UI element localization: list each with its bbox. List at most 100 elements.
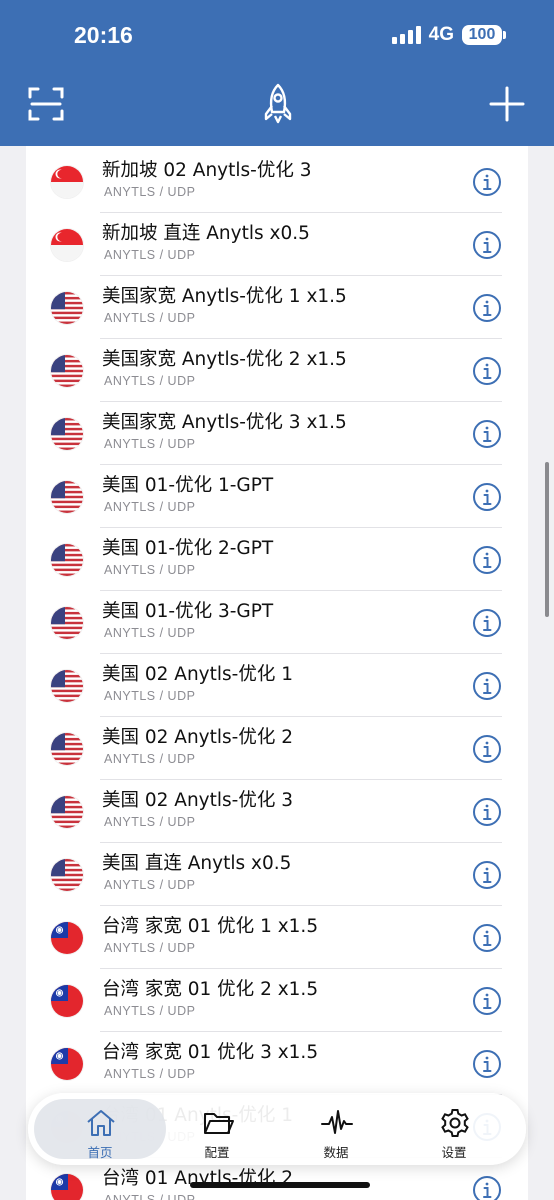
tab-data[interactable]: 数据 (281, 1093, 391, 1165)
tab-config-label: 配置 (204, 1145, 230, 1160)
folder-icon (204, 1113, 234, 1134)
server-row[interactable]: 美国家宽 Anytls-优化 3 x1.5 ANYTLS / UDP (26, 402, 528, 465)
server-name: 新加坡 直连 Anytls x0.5 (102, 223, 310, 244)
flag-sg-icon (51, 229, 83, 261)
home-icon (87, 1110, 115, 1136)
flag-us-icon (51, 796, 83, 828)
gear-icon (441, 1109, 469, 1137)
server-name: 台湾 家宽 01 优化 1 x1.5 (102, 916, 319, 937)
flag-tw-icon (51, 1174, 83, 1200)
tab-settings[interactable]: 设置 (399, 1093, 509, 1165)
rocket-icon[interactable] (258, 82, 298, 124)
network-type: 4G (428, 24, 454, 45)
status-time: 20:16 (74, 22, 133, 48)
server-name: 美国家宽 Anytls-优化 2 x1.5 (102, 349, 347, 370)
info-icon[interactable] (472, 797, 502, 827)
info-icon[interactable] (472, 419, 502, 449)
flag-us-icon (51, 607, 83, 639)
tab-home[interactable]: 首页 (45, 1093, 155, 1165)
flag-us-icon (51, 670, 83, 702)
server-name: 美国家宽 Anytls-优化 3 x1.5 (102, 412, 347, 433)
flag-tw-icon (51, 1048, 83, 1080)
info-icon[interactable] (472, 734, 502, 764)
flag-us-icon (51, 733, 83, 765)
info-icon[interactable] (472, 230, 502, 260)
server-row[interactable]: 新加坡 02 Anytls-优化 3 ANYTLS / UDP (26, 150, 528, 213)
server-name: 美国 02 Anytls-优化 2 (102, 727, 293, 748)
flag-us-icon (51, 418, 83, 450)
info-icon[interactable] (472, 923, 502, 953)
server-row[interactable]: 美国 02 Anytls-优化 3 ANYTLS / UDP (26, 780, 528, 843)
info-icon[interactable] (472, 545, 502, 575)
server-name: 台湾 家宽 01 优化 2 x1.5 (102, 979, 319, 1000)
server-list: 新加坡 02 Anytls-优化 3 ANYTLS / UDP 新加坡 直连 Any… (26, 146, 528, 1200)
server-protocol: ANYTLS / UDP (104, 437, 196, 451)
flag-us-icon (51, 292, 83, 324)
flag-us-icon (51, 481, 83, 513)
server-protocol: ANYTLS / UDP (104, 689, 196, 703)
server-row[interactable]: 美国 02 Anytls-优化 2 ANYTLS / UDP (26, 717, 528, 780)
info-icon[interactable] (472, 860, 502, 890)
server-row[interactable]: 台湾 家宽 01 优化 1 x1.5 ANYTLS / UDP (26, 906, 528, 969)
signal-icon (391, 26, 421, 44)
tab-home-label: 首页 (87, 1145, 113, 1160)
flag-us-icon (51, 544, 83, 576)
server-protocol: ANYTLS / UDP (104, 941, 196, 955)
server-protocol: ANYTLS / UDP (104, 1193, 196, 1200)
server-row[interactable]: 美国 01-优化 3-GPT ANYTLS / UDP (26, 591, 528, 654)
server-protocol: ANYTLS / UDP (104, 563, 196, 577)
activity-icon (321, 1110, 353, 1134)
server-protocol: ANYTLS / UDP (104, 374, 196, 388)
server-row[interactable]: 台湾 家宽 01 优化 3 x1.5 ANYTLS / UDP (26, 1032, 528, 1095)
app-header: 20:16 4G 100 (0, 0, 554, 146)
info-icon[interactable] (472, 986, 502, 1016)
tab-config[interactable]: 配置 (162, 1093, 272, 1165)
server-name: 新加坡 02 Anytls-优化 3 (102, 160, 312, 181)
server-protocol: ANYTLS / UDP (104, 311, 196, 325)
plus-icon[interactable] (487, 84, 527, 124)
server-row[interactable]: 新加坡 直连 Anytls x0.5 ANYTLS / UDP (26, 213, 528, 276)
info-icon[interactable] (472, 671, 502, 701)
server-protocol: ANYTLS / UDP (104, 500, 196, 514)
server-row[interactable]: 台湾 家宽 01 优化 2 x1.5 ANYTLS / UDP (26, 969, 528, 1032)
flag-tw-icon (51, 922, 83, 954)
flag-us-icon (51, 859, 83, 891)
server-protocol: ANYTLS / UDP (104, 1067, 196, 1081)
scrollbar[interactable] (545, 462, 549, 617)
tab-data-label: 数据 (323, 1145, 349, 1160)
battery-icon: 100 (462, 25, 506, 45)
home-indicator (190, 1182, 370, 1188)
server-name: 美国 01-优化 2-GPT (102, 538, 274, 559)
status-indicators: 4G 100 (391, 24, 506, 46)
info-icon[interactable] (472, 356, 502, 386)
info-icon[interactable] (472, 167, 502, 197)
info-icon[interactable] (472, 608, 502, 638)
scan-icon[interactable] (26, 84, 66, 124)
server-protocol: ANYTLS / UDP (104, 626, 196, 640)
battery-level: 100 (462, 25, 502, 45)
info-icon[interactable] (472, 482, 502, 512)
server-protocol: ANYTLS / UDP (104, 752, 196, 766)
server-row[interactable]: 美国家宽 Anytls-优化 2 x1.5 ANYTLS / UDP (26, 339, 528, 402)
server-name: 美国 02 Anytls-优化 3 (102, 790, 293, 811)
server-protocol: ANYTLS / UDP (104, 1004, 196, 1018)
server-row[interactable]: 美国 直连 Anytls x0.5 ANYTLS / UDP (26, 843, 528, 906)
info-icon[interactable] (472, 1049, 502, 1079)
server-row[interactable]: 美国 01-优化 1-GPT ANYTLS / UDP (26, 465, 528, 528)
server-row[interactable]: 美国家宽 Anytls-优化 1 x1.5 ANYTLS / UDP (26, 276, 528, 339)
flag-us-icon (51, 355, 83, 387)
server-name: 美国 01-优化 1-GPT (102, 475, 274, 496)
info-icon[interactable] (472, 293, 502, 323)
server-protocol: ANYTLS / UDP (104, 248, 196, 262)
server-row[interactable]: 美国 02 Anytls-优化 1 ANYTLS / UDP (26, 654, 528, 717)
server-protocol: ANYTLS / UDP (104, 878, 196, 892)
server-row[interactable]: 美国 01-优化 2-GPT ANYTLS / UDP (26, 528, 528, 591)
flag-sg-icon (51, 166, 83, 198)
server-name: 台湾 家宽 01 优化 3 x1.5 (102, 1042, 319, 1063)
tab-settings-label: 设置 (441, 1145, 467, 1160)
tab-bar: 首页 配置 数据 设置 (28, 1093, 526, 1165)
server-name: 美国 直连 Anytls x0.5 (102, 853, 292, 874)
info-icon[interactable] (472, 1175, 502, 1200)
flag-tw-icon (51, 985, 83, 1017)
server-protocol: ANYTLS / UDP (104, 185, 196, 199)
